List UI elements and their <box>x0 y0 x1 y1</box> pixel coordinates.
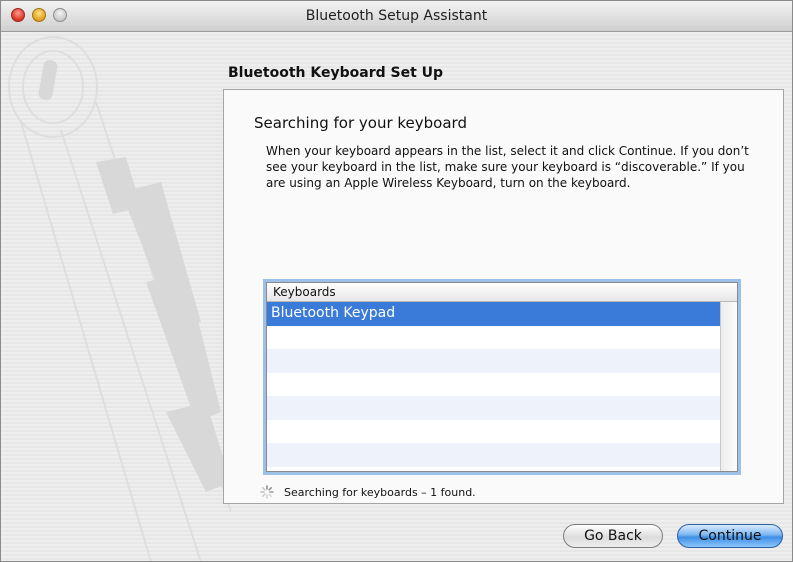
list-row-empty <box>267 396 721 420</box>
go-back-button[interactable]: Go Back <box>563 524 663 548</box>
list-item[interactable]: Bluetooth Keypad <box>267 302 721 326</box>
list-rows: Bluetooth Keypad <box>267 302 721 471</box>
window-content: Bluetooth Keyboard Set Up Searching for … <box>1 32 792 561</box>
page-heading: Bluetooth Keyboard Set Up <box>228 65 444 81</box>
list-row-empty <box>267 326 721 350</box>
list-column-header[interactable]: Keyboards <box>267 283 737 302</box>
setup-assistant-window: Bluetooth Setup Assistant Bluetooth Keyb… <box>0 0 793 562</box>
list-row-empty <box>267 349 721 373</box>
content-panel: Searching for your keyboard When your ke… <box>223 89 784 504</box>
title-bar[interactable]: Bluetooth Setup Assistant <box>1 1 792 32</box>
bluetooth-keyboard-watermark-icon <box>8 36 231 561</box>
continue-button[interactable]: Continue <box>677 524 783 548</box>
vertical-scrollbar[interactable] <box>720 302 737 471</box>
window-title: Bluetooth Setup Assistant <box>305 8 488 24</box>
status-text: Searching for keyboards – 1 found. <box>284 485 476 499</box>
search-status: Searching for keyboards – 1 found. <box>260 485 476 499</box>
list-row-empty <box>267 420 721 444</box>
keyboards-list[interactable]: Keyboards Bluetooth Keypad <box>266 282 738 472</box>
list-row-empty <box>267 373 721 397</box>
spinner-icon <box>260 485 274 499</box>
panel-title: Searching for your keyboard <box>254 114 467 132</box>
panel-description: When your keyboard appears in the list, … <box>266 144 749 190</box>
list-row-empty <box>267 443 721 467</box>
